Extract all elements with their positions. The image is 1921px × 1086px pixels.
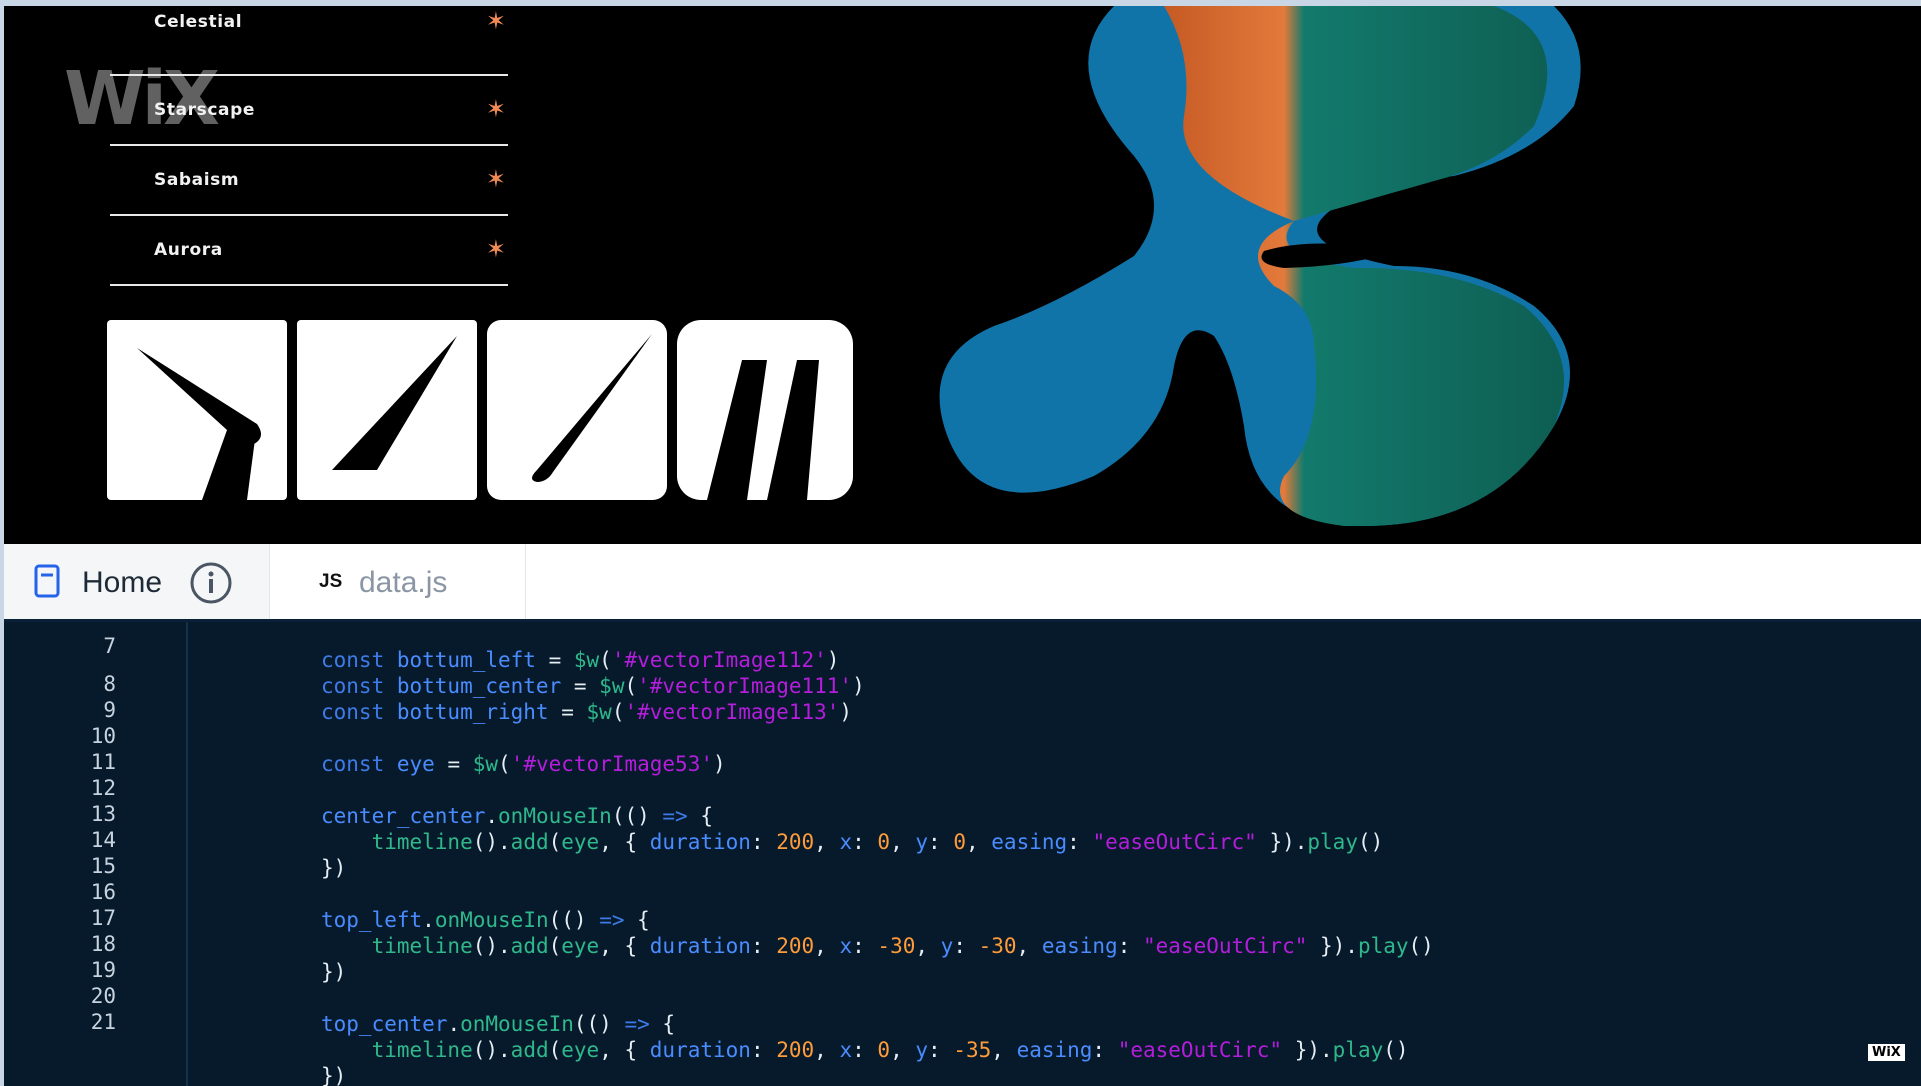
tab-home[interactable]: Home — [4, 544, 270, 619]
star-icon: ✶ — [485, 8, 506, 35]
editor-tab-bar: Home JS data.js — [4, 544, 1921, 622]
flow-logo — [107, 320, 853, 500]
code-text: }) — [321, 1064, 347, 1086]
code-text: timeline().add(eye, { duration: 200, x: … — [371, 934, 1434, 958]
code-line: 9 const bottum_center = $w('#vectorImage… — [4, 674, 864, 722]
code-editor[interactable]: 7 8 const bottum_left = $w('#vectorImage… — [4, 622, 1921, 1086]
menu-item-sabaism[interactable]: Sabaism ✶ — [110, 146, 508, 216]
menu-item-celestial[interactable]: Celestial ✶ — [110, 6, 508, 76]
code-text: timeline().add(eye, { duration: 200, x: … — [371, 1038, 1409, 1062]
site-preview: WiX Celestial ✶ Starscape ✶ Sabaism ✶ Au… — [4, 6, 1921, 544]
code-line: 19 timeline().add(eye, { duration: 200, … — [4, 934, 1434, 982]
wix-badge: WiX — [1868, 1044, 1905, 1061]
js-file-icon: JS — [319, 571, 343, 592]
code-text: }) — [321, 960, 347, 984]
code-line: 17 — [4, 882, 116, 930]
code-line: 18 top_left.onMouseIn(() => { — [4, 908, 650, 956]
gutter-divider — [186, 622, 188, 1086]
code-line: 12 const eye = $w('#vectorImage53') — [4, 752, 726, 800]
code-line: }) — [4, 1064, 346, 1086]
menu-item-label: Aurora — [154, 240, 223, 260]
code-line: 20 }) — [4, 960, 347, 1008]
code-line: 16 }) — [4, 856, 347, 904]
code-text: }) — [321, 856, 347, 880]
code-text: center_center.onMouseIn(() => { — [321, 804, 713, 828]
code-line: 21 — [4, 986, 116, 1034]
menu-item-starscape[interactable]: Starscape ✶ — [110, 76, 508, 146]
code-line: timeline().add(eye, { duration: 200, x: … — [4, 1038, 1409, 1064]
tab-data-js[interactable]: JS data.js — [269, 544, 526, 619]
code-line: 8 const bottum_left = $w('#vectorImage11… — [4, 648, 839, 696]
code-text: top_center.onMouseIn(() => { — [321, 1012, 676, 1036]
tab-home-label: Home — [82, 566, 163, 599]
code-text: const bottum_left = $w('#vectorImage112'… — [321, 648, 840, 672]
code-text: const bottum_center = $w('#vectorImage11… — [321, 674, 865, 698]
code-line: top_center.onMouseIn(() => { — [4, 1012, 675, 1038]
code-line: 15 timeline().add(eye, { duration: 200, … — [4, 830, 1384, 878]
code-text: timeline().add(eye, { duration: 200, x: … — [371, 830, 1384, 854]
page-icon — [34, 564, 60, 598]
code-text: const bottum_right = $w('#vectorImage113… — [321, 700, 853, 724]
code-line: 11 — [4, 726, 116, 774]
site-menu: Celestial ✶ Starscape ✶ Sabaism ✶ Aurora… — [110, 6, 508, 286]
star-icon: ✶ — [485, 236, 506, 263]
menu-item-label: Celestial — [154, 12, 243, 32]
menu-item-label: Starscape — [154, 100, 255, 120]
menu-item-label: Sabaism — [154, 170, 240, 190]
sculpture-face-image — [939, 6, 1581, 526]
star-icon: ✶ — [485, 166, 506, 193]
tab-data-js-label: data.js — [359, 566, 448, 599]
code-line: 14 center_center.onMouseIn(() => { — [4, 804, 713, 852]
code-line: 7 — [4, 622, 116, 658]
code-text: top_left.onMouseIn(() => { — [321, 908, 650, 932]
info-icon[interactable] — [189, 561, 233, 605]
star-icon: ✶ — [485, 96, 506, 123]
menu-item-aurora[interactable]: Aurora ✶ — [110, 216, 508, 286]
code-text: const eye = $w('#vectorImage53') — [321, 752, 726, 776]
code-line: 10 const bottum_right = $w('#vectorImage… — [4, 700, 852, 748]
code-line: 13 — [4, 778, 116, 826]
